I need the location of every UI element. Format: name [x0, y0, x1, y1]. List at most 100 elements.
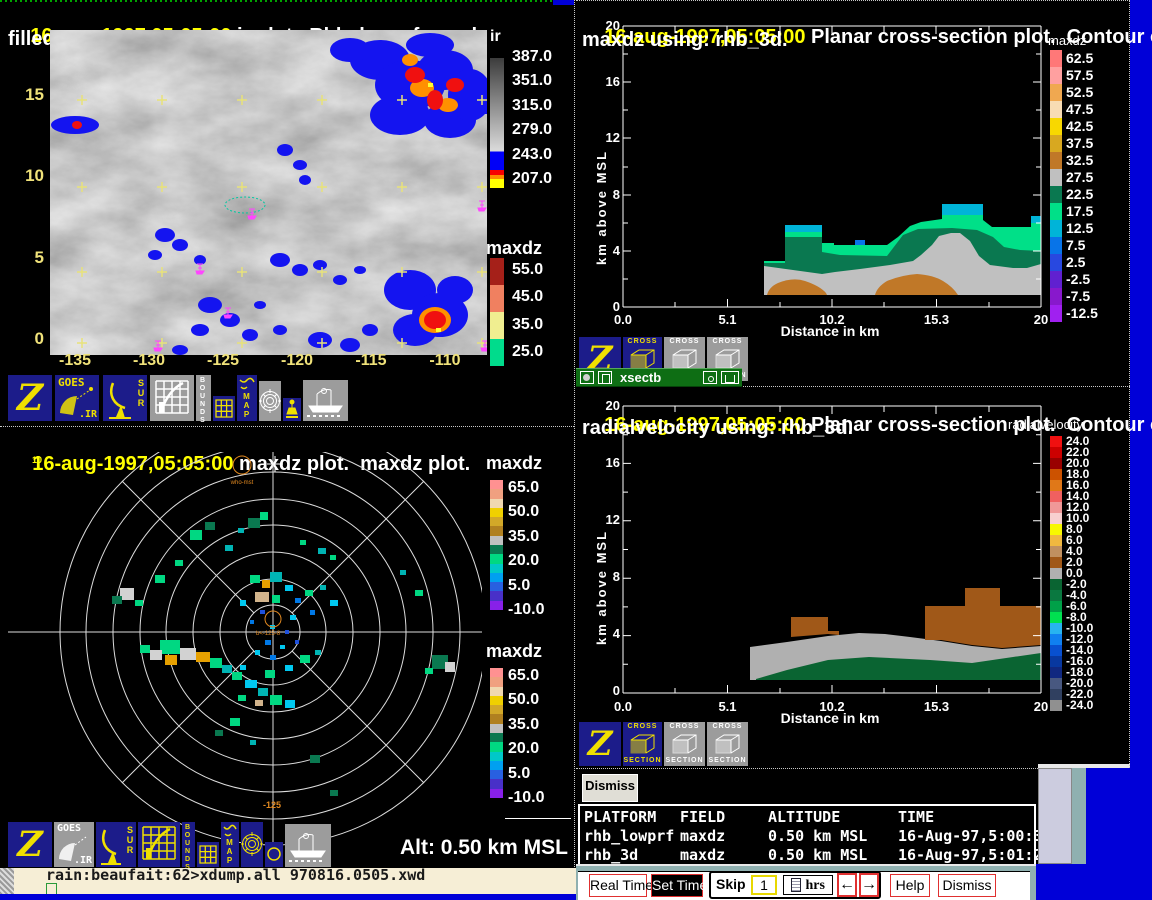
circle-marker-icon[interactable] — [265, 842, 283, 867]
ppi-radar-display[interactable]: who-mst b<-125-8 -125 — [8, 452, 482, 856]
surveillance-radar-icon[interactable]: SUR — [103, 375, 147, 421]
position-grid-icon[interactable] — [213, 396, 235, 421]
tick-label: -130 — [124, 352, 174, 372]
map-label: MAP — [242, 392, 250, 419]
separator-line — [505, 818, 571, 819]
colorbar-block — [1050, 135, 1062, 152]
goes-label: GOES — [57, 823, 81, 834]
tick-label: 37.5 — [1066, 135, 1126, 152]
real-time-button[interactable]: Real Time — [589, 874, 647, 897]
grid-overlay-icon[interactable] — [138, 822, 180, 867]
xsect-radial-title-line2: radialvelocity using: rhb_3d. — [582, 417, 853, 440]
ship-track-icon[interactable] — [303, 380, 348, 421]
svg-text:Z: Z — [15, 377, 45, 419]
zebra-logo-icon[interactable]: Z — [579, 722, 621, 766]
tick-label: 50.0 — [508, 503, 574, 520]
bounds-overlay-icon[interactable]: BOUNDS — [196, 375, 211, 421]
colorbar-block — [1050, 535, 1062, 546]
svg-text:Z: Z — [586, 724, 614, 764]
colorbar-block — [1050, 237, 1062, 254]
section-label: SECTION — [623, 757, 661, 765]
tick-label: 35.0 — [508, 716, 574, 733]
cross-section-icon[interactable]: CROSS SECTION — [664, 722, 705, 766]
status-dismiss-button[interactable]: Dismiss — [580, 772, 640, 804]
help-button[interactable]: Help — [890, 874, 930, 897]
colorbar-block — [490, 499, 503, 508]
window-dot-button[interactable] — [703, 371, 717, 384]
ir-colorbar-values: 387.0351.0315.0279.0243.0207.0 — [512, 48, 576, 187]
cross-section-icon-active[interactable]: CROSS SECTION — [623, 722, 662, 766]
desktop-edge — [0, 894, 576, 900]
range-rings-icon[interactable] — [241, 822, 263, 867]
colorbar-block — [490, 601, 503, 610]
tick-label: 10 — [12, 167, 44, 185]
window-file-button[interactable] — [598, 371, 612, 384]
range-rings-icon[interactable] — [259, 381, 281, 421]
tick-label: 17.5 — [1066, 203, 1126, 220]
bounds-label: BOUNDS — [199, 377, 206, 425]
colorbar-block — [1050, 689, 1062, 700]
tick-label: 387.0 — [512, 48, 576, 65]
tick-label: 0 — [12, 330, 44, 348]
tick-label: 5 — [12, 249, 44, 267]
colorbar-block — [490, 526, 503, 535]
skip-value-input[interactable]: 1 — [751, 875, 777, 895]
goes-ir-icon[interactable]: GOES .IR — [54, 822, 94, 867]
buoy-marker-icon[interactable] — [283, 398, 301, 421]
colorbar-block — [1050, 305, 1062, 322]
position-grid-icon[interactable] — [197, 842, 219, 867]
cross-section-icon[interactable]: CROSS SECTION — [707, 722, 748, 766]
ship-track-icon[interactable] — [285, 824, 331, 867]
set-time-button[interactable]: Set Time — [651, 874, 703, 897]
col-altitude: ALTITUDE — [768, 808, 898, 827]
colorbar-block — [490, 489, 503, 498]
bounds-overlay-icon[interactable]: BOUNDS — [182, 822, 195, 867]
dismiss-button[interactable]: Dismiss — [938, 874, 996, 897]
surveillance-radar-icon[interactable]: SUR — [96, 822, 136, 867]
zebra-logo-icon[interactable]: Z — [8, 375, 52, 421]
goes-label: GOES — [58, 376, 85, 389]
colorbar-block — [490, 564, 503, 573]
colorbar-block — [490, 770, 503, 779]
skip-group: Skip 1 hrs ← → — [709, 871, 881, 899]
ir-satellite-image[interactable] — [50, 30, 487, 355]
window-menu-button[interactable] — [580, 371, 594, 384]
xsectb-window-bar: xsectb — [576, 368, 742, 387]
scrollbar[interactable] — [1038, 768, 1072, 864]
zebra-logo-icon[interactable]: Z — [8, 822, 52, 867]
grid-overlay-icon[interactable] — [150, 375, 194, 421]
scroll-gutter — [1072, 768, 1086, 864]
colorbar-block — [1050, 590, 1062, 601]
colorbar-block — [1050, 678, 1062, 689]
colorbar-block — [1050, 612, 1062, 623]
cross-label: CROSS — [713, 723, 743, 731]
map-overlay-icon[interactable]: MAP — [237, 375, 257, 421]
hrs-button[interactable]: hrs — [783, 875, 833, 895]
goes-ir-icon[interactable]: GOES .IR — [55, 375, 99, 421]
tick-label: 27.5 — [1066, 169, 1126, 186]
tick-label: 0.0 — [595, 312, 651, 328]
file-icon — [791, 878, 801, 892]
cross-label: CROSS — [628, 338, 658, 346]
tick-label: 207.0 — [512, 170, 576, 187]
colorbar-block — [490, 582, 503, 591]
step-forward-button[interactable]: → — [859, 873, 879, 897]
colorbar-block — [1050, 667, 1062, 678]
colorbar-block — [490, 258, 504, 285]
xsect-radial-ylabel: km above MSL — [594, 475, 609, 645]
cross-label: CROSS — [670, 338, 700, 346]
xsect-maxdz-colorbar — [1050, 50, 1062, 322]
cross-label: CROSS — [670, 723, 700, 731]
tick-label: 32.5 — [1066, 152, 1126, 169]
colorbar-block — [490, 285, 504, 312]
terminal-window[interactable]: rain:beaufait:62>xdump.all 970816.0505.x… — [0, 868, 576, 894]
step-back-button[interactable]: ← — [837, 873, 857, 897]
colorbar-block — [1050, 557, 1062, 568]
col-platform: PLATFORM — [584, 808, 680, 827]
colorbar-block — [1050, 601, 1062, 612]
colorbar-block — [1050, 634, 1062, 645]
colorbar-block — [490, 742, 503, 751]
map-overlay-icon[interactable]: MAP — [221, 822, 239, 867]
window-restore-button[interactable] — [721, 371, 739, 384]
colorbar-block — [1050, 656, 1062, 667]
